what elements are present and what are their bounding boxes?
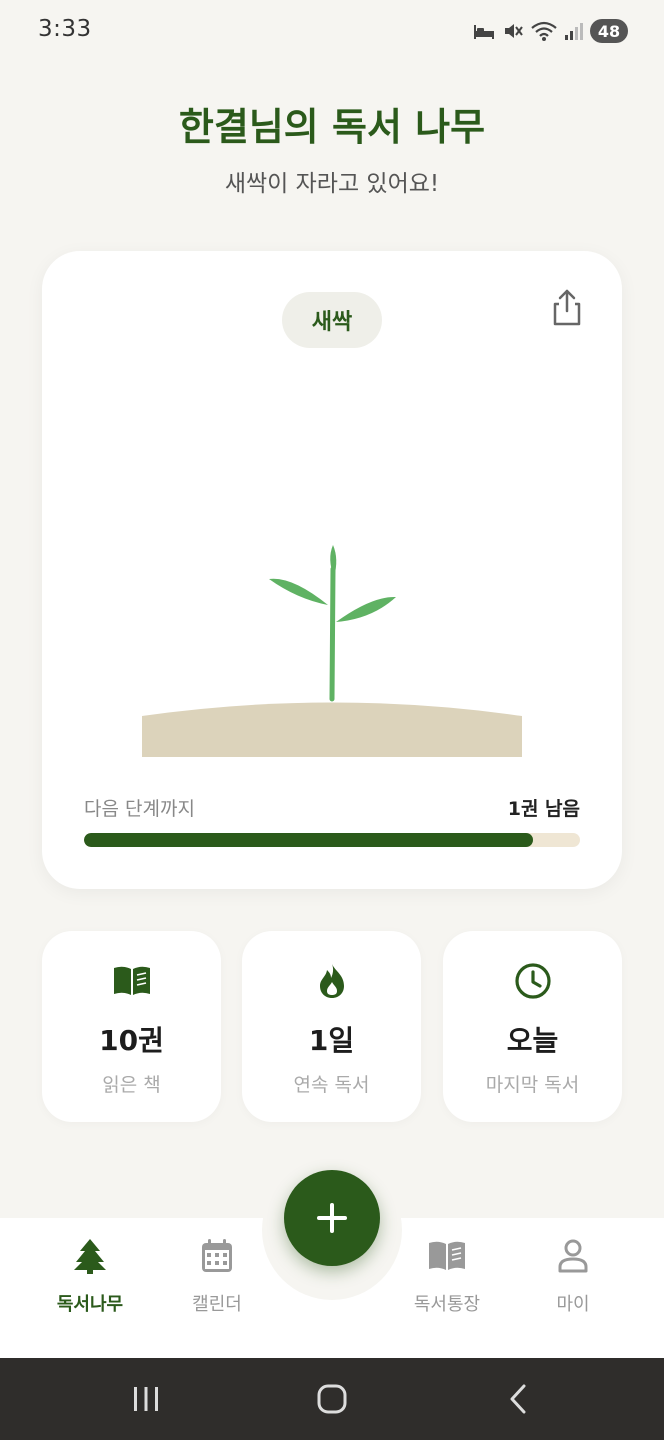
sprout-stem: [329, 566, 336, 702]
calendar-icon: [197, 1236, 237, 1276]
signal-icon: [564, 21, 584, 41]
nav-item-reading-account[interactable]: 독서통장: [392, 1236, 502, 1336]
person-icon: [553, 1236, 593, 1276]
stat-label: 마지막 독서: [485, 1074, 580, 1096]
nav-item-my[interactable]: 마이: [518, 1236, 628, 1336]
sprout-illustration: [142, 545, 522, 757]
clock-icon: [513, 961, 553, 1001]
back-button[interactable]: [488, 1378, 548, 1420]
mute-icon: [502, 20, 524, 42]
flame-icon: [312, 961, 352, 1001]
share-button[interactable]: [550, 287, 584, 327]
sleep-icon: [472, 21, 496, 41]
wifi-icon: [530, 20, 558, 42]
status-bar: 3:33 48: [0, 0, 664, 62]
home-icon: [317, 1384, 347, 1414]
sprout-right-leaf: [336, 596, 396, 622]
nav-label: 독서통장: [413, 1294, 481, 1315]
sprout-left-leaf: [269, 578, 328, 605]
stat-label: 읽은 책: [102, 1074, 161, 1096]
nav-label: 독서나무: [56, 1294, 124, 1315]
book-icon: [112, 961, 152, 1001]
recent-apps-icon: [134, 1387, 158, 1411]
book-icon: [427, 1236, 467, 1276]
soil: [142, 702, 522, 757]
progress-label: 다음 단계까지: [84, 798, 195, 820]
stage-badge: 새싹: [282, 292, 382, 348]
stat-card-streak: 1일 연속 독서: [242, 931, 421, 1122]
page-subtitle: 새싹이 자라고 있어요!: [224, 171, 440, 197]
stat-value: 10권: [99, 1024, 164, 1057]
back-icon: [510, 1384, 526, 1414]
nav-item-tree[interactable]: 독서나무: [35, 1236, 145, 1336]
recent-apps-button[interactable]: [116, 1378, 176, 1420]
page-title: 한결님의 독서 나무: [178, 105, 486, 149]
share-icon: [553, 289, 581, 326]
progress-remaining: 1권 남음: [507, 798, 580, 820]
stat-value: 오늘: [506, 1024, 559, 1057]
tree-card: 새싹 다음 단계까지 1권 남음: [42, 251, 622, 889]
tree-icon: [70, 1236, 110, 1276]
stat-card-last-read: 오늘 마지막 독서: [443, 931, 622, 1122]
plus-icon: [317, 1203, 347, 1233]
status-icons: 48: [472, 18, 628, 44]
progress-bar-fill: [84, 833, 533, 847]
stat-card-books-read: 10권 읽은 책: [42, 931, 221, 1122]
system-nav-bar: [0, 1358, 664, 1440]
add-book-button[interactable]: [284, 1170, 380, 1266]
stat-label: 연속 독서: [293, 1074, 370, 1096]
nav-label: 캘린더: [192, 1294, 242, 1315]
stat-value: 1일: [308, 1024, 355, 1057]
status-time: 3:33: [38, 16, 92, 42]
progress-bar: [84, 833, 580, 847]
battery-icon: 48: [590, 19, 628, 43]
nav-item-calendar[interactable]: 캘린더: [162, 1236, 272, 1336]
nav-label: 마이: [556, 1294, 590, 1315]
home-button[interactable]: [302, 1378, 362, 1420]
